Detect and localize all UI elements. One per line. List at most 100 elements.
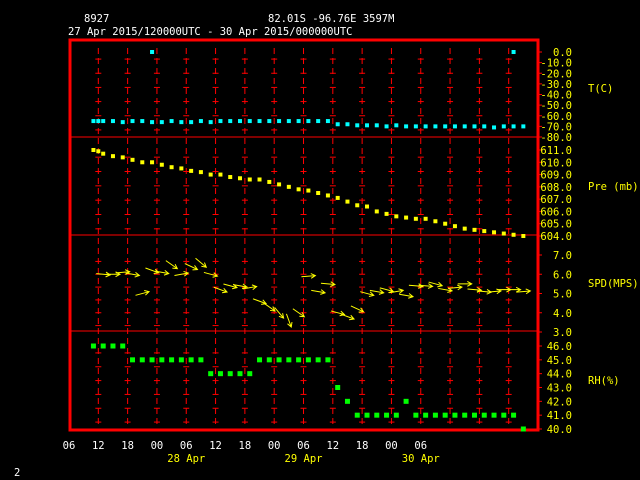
humidity-point: [305, 357, 311, 363]
y-tick-label: 4.0: [553, 308, 572, 320]
x-tick-label: 18: [121, 440, 134, 452]
pressure-point: [452, 224, 457, 229]
pressure-point: [237, 176, 242, 181]
pressure-point: [404, 215, 409, 220]
y-tick-label: 606.0: [540, 206, 572, 218]
wind-arrow: [135, 290, 151, 296]
pressure-point: [511, 232, 516, 237]
y-tick-label: 611.0: [540, 145, 572, 157]
y-tick-label: 43.0: [547, 383, 572, 395]
humidity-point: [354, 412, 360, 418]
pressure-point: [423, 216, 428, 221]
y-tick-label: 44.0: [547, 369, 572, 381]
x-tick-label: 00: [268, 440, 281, 452]
humidity-point: [120, 343, 126, 349]
pressure-point: [277, 182, 282, 187]
pressure-point: [521, 234, 526, 238]
humidity-point: [335, 385, 341, 390]
temperature-point: [482, 124, 487, 129]
temperature-point: [286, 119, 291, 124]
temperature-point: [101, 119, 106, 124]
x-tick-label: 06: [63, 440, 76, 452]
temperature-point: [413, 124, 418, 129]
humidity-point: [169, 357, 175, 363]
humidity-point: [188, 357, 194, 363]
pressure-point: [384, 211, 389, 216]
y-tick-label: 607.0: [540, 194, 572, 206]
temperature-point: [511, 124, 516, 129]
x-tick-label: 12: [209, 440, 222, 452]
pressure-point: [462, 226, 467, 231]
pressure-point: [501, 231, 506, 236]
pressure-point: [150, 160, 155, 165]
day-label: 30 Apr: [402, 453, 440, 465]
humidity-point: [491, 412, 497, 418]
humidity-point: [471, 412, 477, 418]
temperature-point: [384, 124, 389, 129]
temperature-point: [472, 124, 477, 129]
pressure-point: [492, 230, 497, 235]
y-tick-label: 610.0: [540, 157, 572, 169]
pressure-point: [257, 177, 262, 182]
day-label: 29 Apr: [285, 453, 323, 465]
temperature-point: [228, 119, 233, 124]
humidity-point: [452, 412, 458, 418]
pressure-point: [316, 191, 321, 195]
temperature-point: [335, 122, 340, 127]
pressure-point: [413, 216, 418, 221]
pressure-point: [189, 168, 194, 173]
temperature-point: [501, 124, 506, 129]
humidity-point: [208, 371, 214, 377]
pressure-point: [345, 199, 350, 204]
pressure-point: [394, 214, 399, 219]
pressure-point: [355, 203, 360, 208]
humidity-point: [217, 371, 223, 377]
humidity-point: [481, 412, 487, 418]
wind-arrow: [165, 260, 179, 270]
temperature-point: [169, 119, 174, 124]
temperature-point: [462, 124, 467, 129]
wind-arrow: [195, 257, 208, 268]
temperature-point: [208, 120, 213, 125]
pressure-point: [159, 162, 164, 167]
pressure-point: [267, 179, 272, 184]
temperature-point: [277, 119, 282, 124]
pressure-point: [110, 154, 115, 159]
humidity-point: [198, 357, 204, 363]
temperature-point: [355, 123, 360, 128]
humidity-point: [130, 357, 136, 363]
temperature-point: [452, 124, 457, 129]
temperature-point: [237, 119, 242, 124]
humidity-point: [344, 398, 350, 404]
pressure-point: [130, 157, 135, 162]
humidity-point: [315, 357, 321, 363]
temperature-point: [365, 123, 370, 128]
pressure-point: [482, 229, 487, 234]
humidity-point: [384, 412, 390, 418]
x-tick-label: 12: [326, 440, 339, 452]
y-tick-label: 609.0: [540, 170, 572, 182]
x-tick-label: 12: [92, 440, 105, 452]
panel-title: Pre (mb): [588, 181, 639, 193]
temperature-point: [316, 119, 321, 124]
temperature-point: [159, 120, 164, 125]
humidity-point: [266, 357, 272, 363]
pressure-point: [443, 221, 448, 226]
pressure-point: [96, 149, 101, 154]
humidity-point: [139, 357, 145, 363]
temperature-point: [96, 119, 101, 124]
temperature-point: [433, 124, 438, 129]
humidity-point: [296, 357, 302, 363]
pressure-point: [433, 219, 438, 224]
temperature-point: [423, 124, 428, 129]
temperature-point: [140, 119, 145, 124]
wind-arrow: [292, 308, 306, 318]
humidity-point: [149, 357, 155, 363]
pressure-point: [365, 204, 370, 209]
temperature-point: [130, 119, 135, 124]
y-tick-label: 42.0: [547, 396, 572, 408]
pressure-point: [218, 172, 223, 177]
humidity-point: [432, 412, 438, 418]
humidity-point: [520, 426, 526, 432]
temperature-point: [394, 123, 399, 128]
